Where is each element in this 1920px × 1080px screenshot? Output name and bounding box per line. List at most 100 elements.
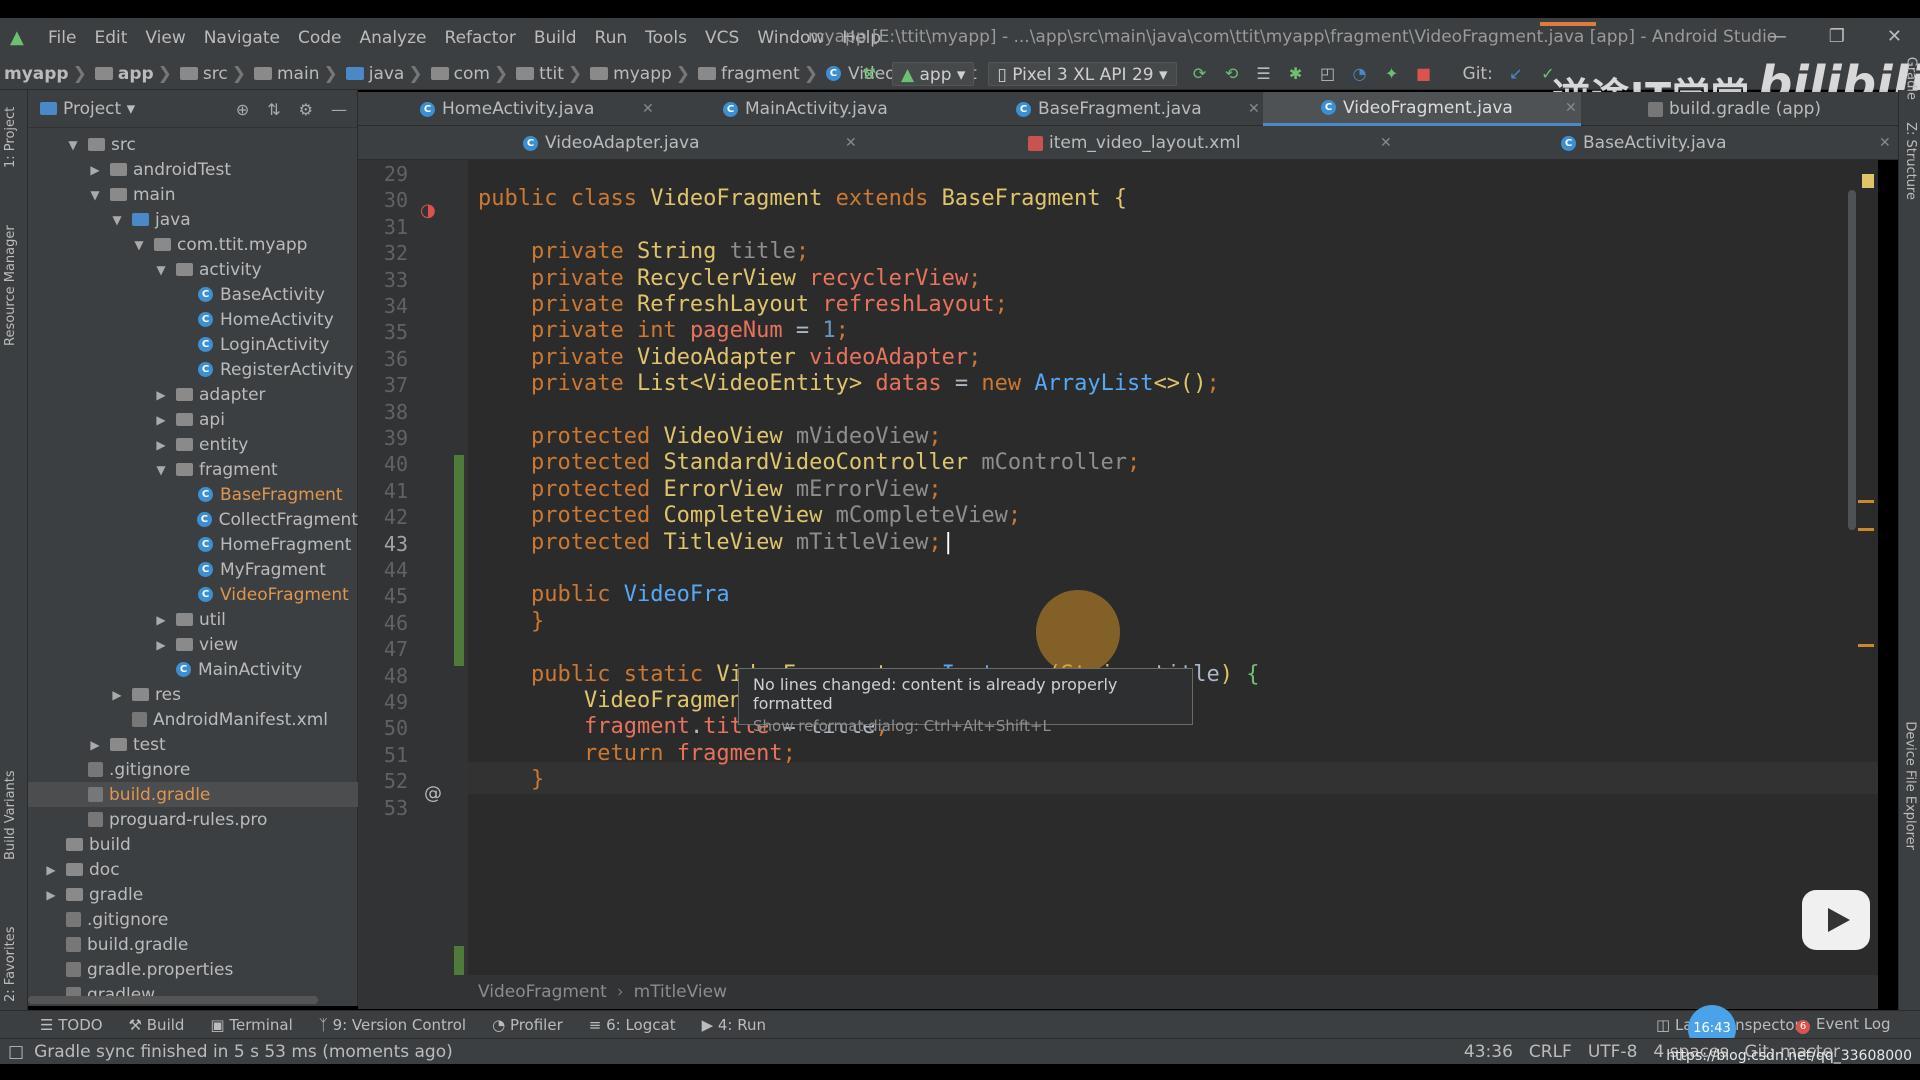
collapsed-arrow-icon[interactable]: ▶ — [44, 888, 58, 902]
collapse-icon[interactable]: ⇅ — [267, 100, 280, 119]
collapsed-arrow-icon[interactable]: ▶ — [88, 738, 102, 752]
tree-item[interactable]: ▶ api — [28, 407, 358, 432]
profile-icon[interactable]: ◔ — [1351, 65, 1369, 83]
tree-item[interactable]: ▶ androidTest — [28, 157, 358, 182]
close-tab-icon[interactable]: ✕ — [845, 135, 857, 151]
tree-item[interactable]: ▼ main — [28, 182, 358, 207]
build-hammer-icon[interactable]: ⚒ — [860, 65, 878, 83]
menu-view[interactable]: View — [145, 28, 185, 48]
code-line[interactable]: } — [478, 609, 544, 634]
tool-project[interactable]: 1: Project — [3, 107, 18, 168]
tree-item[interactable]: ▼ src — [28, 132, 358, 157]
tab-item-video-layout[interactable]: item_video_layout.xml ✕ — [1028, 126, 1392, 160]
line-number-gutter[interactable]: ◑ @ 29 30 31 32 33 34 35 36 37 38 39 40 41 42 43 44 45 46… — [358, 160, 468, 975]
restore-icon[interactable]: ❐ — [1829, 26, 1845, 47]
editor-vertical-scrollbar[interactable] — [1848, 190, 1856, 530]
nav-crumb-com[interactable]: com ❯ — [423, 64, 508, 84]
nav-crumb-ttit[interactable]: ttit ❯ — [508, 64, 582, 84]
menu-vcs[interactable]: VCS — [705, 28, 739, 48]
collapsed-arrow-icon[interactable]: ▶ — [154, 438, 168, 452]
tab-mainactivity[interactable]: CMainActivity.java✕ — [723, 92, 1305, 126]
tree-item[interactable]: ▼ activity — [28, 257, 358, 282]
gear-icon[interactable]: ⚙ — [299, 100, 313, 119]
tree-item[interactable]: ▶ gradle — [28, 882, 358, 907]
expanded-arrow-icon[interactable]: ▼ — [110, 213, 124, 227]
expanded-arrow-icon[interactable]: ▼ — [66, 138, 80, 152]
tab-build-gradle[interactable]: build.gradle (app) — [1648, 92, 1821, 126]
tree-item[interactable]: C MainActivity — [28, 657, 358, 682]
tab-videofragment[interactable]: C VideoFragment.java ✕ — [1263, 92, 1581, 126]
tree-item[interactable]: C HomeActivity — [28, 307, 358, 332]
tree-item[interactable]: build.gradle — [28, 782, 358, 807]
code-line[interactable]: private String title; — [478, 239, 809, 264]
caret-position[interactable]: 43:36 — [1464, 1042, 1513, 1062]
video-play-icon[interactable] — [1802, 890, 1870, 950]
git-update-icon[interactable]: ↙ — [1507, 65, 1525, 83]
debug-icon[interactable]: ✱ — [1287, 65, 1305, 83]
menu-analyze[interactable]: Analyze — [360, 28, 427, 48]
apply-code-changes-icon[interactable]: ⟲ — [1223, 65, 1241, 83]
tree-item[interactable]: ▼ fragment — [28, 457, 358, 482]
close-tab-icon[interactable]: ✕ — [1565, 100, 1577, 116]
collapsed-arrow-icon[interactable]: ▶ — [88, 163, 102, 177]
nav-crumb-java[interactable]: java ❯ — [338, 64, 423, 84]
expanded-arrow-icon[interactable]: ▼ — [154, 463, 168, 477]
nav-crumb-project[interactable]: myapp ❯ — [4, 64, 87, 84]
code-line[interactable]: protected ErrorView mErrorView; — [478, 477, 942, 502]
tree-item[interactable]: proguard-rules.pro — [28, 807, 358, 832]
close-tab-icon[interactable]: ✕ — [1248, 101, 1260, 117]
close-tab-icon[interactable]: ✕ — [1380, 135, 1392, 151]
nav-crumb-myapp[interactable]: myapp ❯ — [582, 64, 690, 84]
code-line[interactable]: private int pageNum = 1; — [478, 318, 849, 343]
tool-favorites[interactable]: 2: Favorites — [3, 926, 18, 1002]
tree-item[interactable]: C RegisterActivity — [28, 357, 358, 382]
code-line[interactable]: private RefreshLayout refreshLayout; — [478, 292, 1008, 317]
tree-item[interactable]: C BaseFragment — [28, 482, 358, 507]
code-line[interactable]: protected StandardVideoController mContr… — [478, 450, 1140, 475]
tree-item[interactable]: C CollectFragment — [28, 507, 358, 532]
expanded-arrow-icon[interactable]: ▼ — [154, 263, 168, 277]
code-line[interactable]: private VideoAdapter videoAdapter; — [478, 345, 981, 370]
menu-run[interactable]: Run — [595, 28, 628, 48]
collapsed-arrow-icon[interactable]: ▶ — [110, 688, 124, 702]
line-separator[interactable]: CRLF — [1529, 1042, 1572, 1062]
device-select[interactable]: ▯ Pixel 3 XL API 29 ▾ — [988, 62, 1177, 86]
tree-item[interactable]: ▶ doc — [28, 857, 358, 882]
coverage-icon[interactable]: ◰ — [1319, 65, 1337, 83]
tree-item[interactable]: C LoginActivity — [28, 332, 358, 357]
tool-logcat[interactable]: ≡ 6: Logcat — [589, 1016, 676, 1034]
attach-debugger-icon[interactable]: ✦ — [1383, 65, 1401, 83]
tool-gradle[interactable]: Gradle — [1903, 57, 1918, 100]
tab-homeactivity[interactable]: C HomeActivity.java ✕ — [420, 92, 654, 126]
tool-structure[interactable]: Z: Structure — [1903, 122, 1918, 200]
code-line[interactable]: public VideoFra — [478, 582, 730, 607]
tree-item[interactable]: gradle.properties — [28, 957, 358, 982]
code-line[interactable]: private List<VideoEntity> datas = new Ar… — [478, 371, 1220, 396]
status-toggle-icon[interactable]: □ — [8, 1042, 24, 1062]
tree-item[interactable]: ▶ test — [28, 732, 358, 757]
override-icon[interactable]: @ — [424, 783, 442, 804]
expanded-arrow-icon[interactable]: ▼ — [88, 188, 102, 202]
tree-item[interactable]: ▶ entity — [28, 432, 358, 457]
tool-event-log[interactable]: 6 Event Log — [1796, 1015, 1891, 1034]
menu-navigate[interactable]: Navigate — [204, 28, 280, 48]
tree-item[interactable]: ▶ util — [28, 607, 358, 632]
collapsed-arrow-icon[interactable]: ▶ — [154, 413, 168, 427]
tab-basefragment[interactable]: C BaseFragment.java ✕ — [1016, 92, 1260, 126]
nav-crumb-src[interactable]: src ❯ — [172, 64, 246, 84]
tree-item[interactable]: ▼ java — [28, 207, 358, 232]
tab-videoadapter[interactable]: C VideoAdapter.java ✕ — [523, 126, 857, 160]
code-crumb-class[interactable]: VideoFragment — [478, 982, 607, 1002]
tab-baseactivity[interactable]: C BaseActivity.java ✕ — [1561, 126, 1891, 160]
tree-item[interactable]: ▼ com.ttit.myapp — [28, 232, 358, 257]
code-line[interactable]: public class VideoFragment extends BaseF… — [478, 186, 1127, 211]
tool-build[interactable]: ⚒ Build — [129, 1016, 185, 1034]
menu-file[interactable]: File — [48, 28, 76, 48]
tool-build-variants[interactable]: Build Variants — [3, 770, 18, 860]
tool-profiler[interactable]: ◔ Profiler — [492, 1016, 563, 1034]
minimize-icon[interactable]: — — [1769, 26, 1787, 47]
tree-item[interactable]: ▶ view — [28, 632, 358, 657]
tree-item[interactable]: build.gradle — [28, 932, 358, 957]
tree-item[interactable]: build — [28, 832, 358, 857]
code-crumb-field[interactable]: mTitleView — [634, 982, 727, 1002]
